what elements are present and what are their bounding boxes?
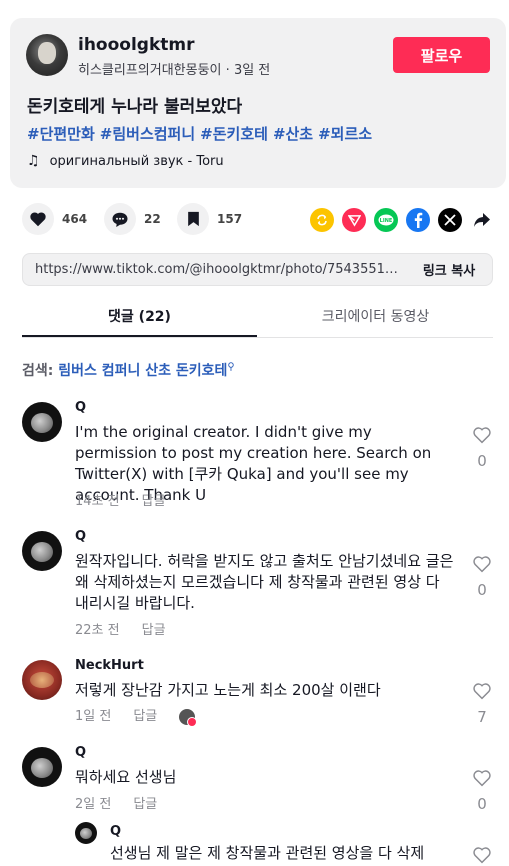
comment-action[interactable]: 22 — [104, 203, 161, 235]
comment-like[interactable]: 0 — [470, 426, 494, 470]
subline-separator: · — [221, 63, 234, 78]
bookmark-icon[interactable] — [177, 203, 209, 235]
heart-outline-icon[interactable] — [472, 769, 492, 787]
follow-button[interactable]: 팔로우 — [393, 37, 490, 73]
comment-text: 저렇게 장난감 가지고 노는게 최소 200살 이랜다 — [75, 681, 381, 699]
comment-time: 2일 전 — [75, 797, 112, 812]
line-share-icon[interactable]: LINE — [374, 208, 398, 232]
comment-meta: 1일 전 답글 — [75, 705, 217, 727]
commenter-name[interactable]: Q — [75, 400, 86, 415]
comment-item: Q 원작자입니다. 허락을 받지도 않고 출처도 안남기셨네요 글은 왜 삭제하… — [22, 529, 497, 641]
reply-like[interactable] — [470, 846, 494, 866]
hashtag-list: #단편만화 #림버스컴퍼니 #돈키호테 #산초 #뫼르소 — [27, 123, 377, 144]
author-nickname: 히스클리프의거대한몽둥이 — [78, 63, 222, 78]
hashtag-link[interactable]: #뫼르소 — [318, 125, 372, 143]
repost-icon[interactable] — [310, 208, 334, 232]
hashtag-link[interactable]: #산초 — [273, 125, 313, 143]
reply-button[interactable]: 답글 — [133, 797, 157, 812]
music-link[interactable]: ♫ оригинальный звук - Toru — [27, 153, 224, 169]
reply-item: Q 선생님 제 말은 제 창작물과 관련된 영상을 다 삭제 — [22, 822, 497, 866]
post-url[interactable]: https://www.tiktok.com/@ihooolgktmr/phot… — [35, 262, 405, 277]
comment-text: 원작자입니다. 허락을 받지도 않고 출처도 안남기셨네요 글은 왜 삭제하셨는… — [75, 552, 454, 612]
commenter-avatar[interactable] — [22, 402, 62, 442]
comment-like[interactable]: 7 — [470, 682, 494, 726]
music-note-icon: ♫ — [27, 153, 40, 169]
save-action[interactable]: 157 — [177, 203, 242, 235]
tab-creator-videos[interactable]: 크리에이터 동영상 — [258, 302, 493, 337]
post-time: 3일 전 — [233, 63, 271, 78]
reply-button[interactable]: 답글 — [142, 494, 166, 509]
commenter-name[interactable]: Q — [75, 529, 86, 544]
music-title: оригинальный звук - Toru — [49, 153, 224, 169]
search-prefix: 검색: — [22, 363, 59, 379]
commenter-name[interactable]: Q — [75, 745, 86, 760]
heart-outline-icon[interactable] — [472, 426, 492, 444]
comment-count: 22 — [144, 212, 161, 226]
copy-link-button[interactable]: 링크 복사 — [406, 254, 492, 285]
share-arrow-icon[interactable] — [470, 208, 494, 232]
action-bar: 464 22 157 LINE — [22, 203, 497, 237]
creator-liked-badge-icon — [179, 708, 198, 727]
comment-bubble-icon[interactable] — [104, 203, 136, 235]
reply-text: 선생님 제 말은 제 창작물과 관련된 영상을 다 삭제 — [110, 844, 425, 862]
comment-like[interactable]: 0 — [470, 769, 494, 813]
commenter-avatar[interactable] — [22, 660, 62, 700]
commenter-avatar[interactable] — [22, 747, 62, 787]
comment-item: Q 뭐하세요 선생님 2일 전 답글 0 — [22, 745, 497, 817]
comment-item: Q I'm the original creator. I didn't giv… — [22, 400, 497, 512]
reply-button[interactable]: 답글 — [133, 709, 157, 724]
comment-time: 1일 전 — [75, 709, 112, 724]
search-query[interactable]: 림버스 컴퍼니 산초 돈키호테 — [58, 363, 227, 379]
comment-item: NeckHurt 저렇게 장난감 가지고 노는게 최소 200살 이랜다 1일 … — [22, 658, 497, 730]
comment-meta: 14초 전 답글 — [75, 490, 188, 509]
heart-outline-icon[interactable] — [472, 555, 492, 573]
comment-like-count: 7 — [477, 708, 487, 726]
send-direct-icon[interactable] — [342, 208, 366, 232]
replier-avatar[interactable] — [75, 822, 97, 844]
hashtag-link[interactable]: #돈키호테 — [200, 125, 268, 143]
commenter-name[interactable]: NeckHurt — [75, 658, 144, 673]
reply-button[interactable]: 답글 — [142, 623, 166, 638]
heart-outline-icon[interactable] — [472, 682, 492, 700]
comment-time: 14초 전 — [75, 494, 120, 509]
save-count: 157 — [217, 212, 243, 226]
facebook-share-icon[interactable] — [406, 208, 430, 232]
author-avatar[interactable] — [26, 34, 68, 76]
like-count: 464 — [62, 212, 88, 226]
comment-time: 22초 전 — [75, 623, 120, 638]
hashtag-link[interactable]: #림버스컴퍼니 — [100, 125, 195, 143]
comment-like-count: 0 — [477, 795, 487, 813]
comment-like-count: 0 — [477, 581, 487, 599]
heart-outline-icon[interactable] — [472, 846, 492, 864]
comment-like[interactable]: 0 — [470, 555, 494, 599]
x-share-icon[interactable] — [438, 208, 462, 232]
replier-name[interactable]: Q — [110, 824, 121, 839]
commenter-avatar[interactable] — [22, 531, 62, 571]
comment-meta: 2일 전 답글 — [75, 793, 179, 812]
tab-bar: 댓글 (22) 크리에이터 동영상 — [22, 302, 493, 338]
comment-meta: 22초 전 답글 — [75, 619, 188, 638]
author-card: ihooolgktmr 히스클리프의거대한몽둥이 · 3일 전 팔로우 돈키호테… — [10, 18, 506, 188]
like-action[interactable]: 464 — [22, 203, 87, 235]
search-suggestion[interactable]: 검색: 림버스 컴퍼니 산초 돈키호테⚲ — [22, 360, 235, 380]
heart-icon[interactable] — [22, 203, 54, 235]
author-username[interactable]: ihooolgktmr — [78, 35, 195, 55]
author-subline: 히스클리프의거대한몽둥이 · 3일 전 — [78, 59, 270, 78]
copy-link-bar: https://www.tiktok.com/@ihooolgktmr/phot… — [22, 253, 493, 286]
tab-comments[interactable]: 댓글 (22) — [22, 302, 257, 337]
svg-text:LINE: LINE — [380, 218, 393, 224]
search-icon: ⚲ — [227, 361, 235, 373]
comment-like-count: 0 — [477, 452, 487, 470]
post-title: 돈키호테게 누나라 불러보았다 — [27, 97, 243, 117]
comment-text: 뭐하세요 선생님 — [75, 768, 177, 786]
hashtag-link[interactable]: #단편만화 — [27, 125, 95, 143]
